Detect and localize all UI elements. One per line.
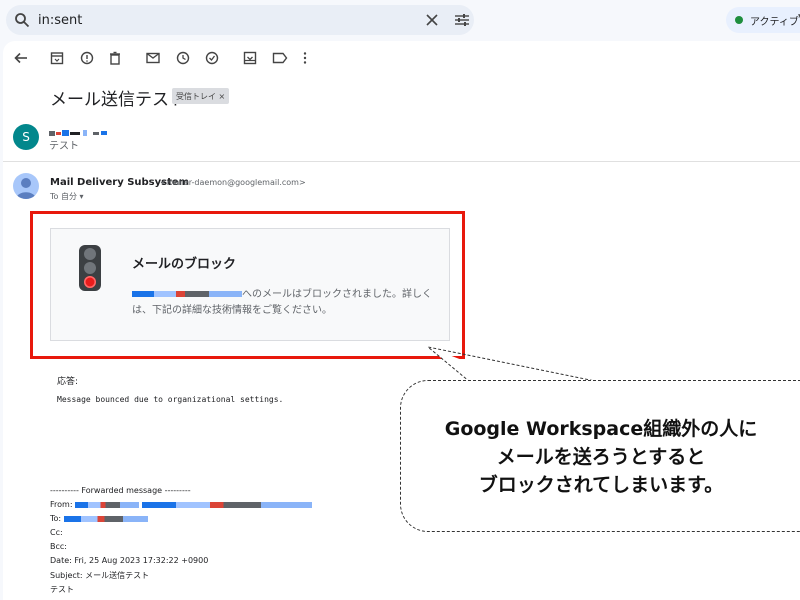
callout-bubble: Google Workspace組織外の人に メールを送ろうとすると ブロックさ… (400, 380, 800, 532)
callout-text: Google Workspace組織外の人に メールを送ろうとすると ブロックさ… (401, 415, 800, 499)
callout-line: メールを送ろうとすると (496, 446, 706, 468)
callout-line: ブロックされてしまいます。 (478, 474, 724, 496)
callout-line: Google Workspace組織外の人に (444, 418, 758, 440)
